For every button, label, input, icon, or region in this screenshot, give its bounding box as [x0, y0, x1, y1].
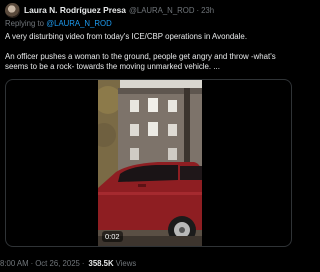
views-count[interactable]: 358.5K: [88, 259, 113, 268]
video-thumbnail: [98, 80, 202, 246]
tweet-card[interactable]: Laura N. Rodríguez Presa @LAURA_N_ROD · …: [0, 0, 300, 272]
tweet-time[interactable]: 8:00 AM: [0, 259, 29, 268]
meta-separator: ·: [81, 259, 85, 268]
tweet-paragraph: A very disturbing video from today's ICE…: [5, 32, 248, 41]
tweet-meta: 8:00 AM · Oct 26, 2025 · 358.5K Views: [0, 259, 136, 268]
avatar[interactable]: [5, 2, 20, 18]
replying-to-handle[interactable]: @LAURA_N_ROD: [46, 19, 112, 28]
tweet-header: Laura N. Rodríguez Presa @LAURA_N_ROD · …: [5, 1, 214, 19]
header-separator: ·: [196, 5, 200, 15]
tweet-paragraph: An officer pushes a woman to the ground,…: [5, 52, 276, 71]
tweet-date[interactable]: Oct 26, 2025: [35, 259, 80, 268]
video-frame[interactable]: 0:02: [98, 80, 202, 246]
user-handle[interactable]: @LAURA_N_ROD: [129, 6, 195, 15]
replying-to-label: Replying to: [5, 19, 45, 28]
display-name[interactable]: Laura N. Rodríguez Presa: [24, 5, 126, 15]
views-label: Views: [115, 259, 137, 268]
video-player[interactable]: 0:02: [5, 79, 292, 247]
meta-separator: ·: [30, 259, 34, 268]
tweet-text: A very disturbing video from today's ICE…: [5, 32, 297, 72]
video-timer: 0:02: [102, 231, 123, 242]
replying-to: Replying to @LAURA_N_ROD: [5, 19, 112, 28]
tweet-time-ago[interactable]: 23h: [201, 6, 214, 15]
